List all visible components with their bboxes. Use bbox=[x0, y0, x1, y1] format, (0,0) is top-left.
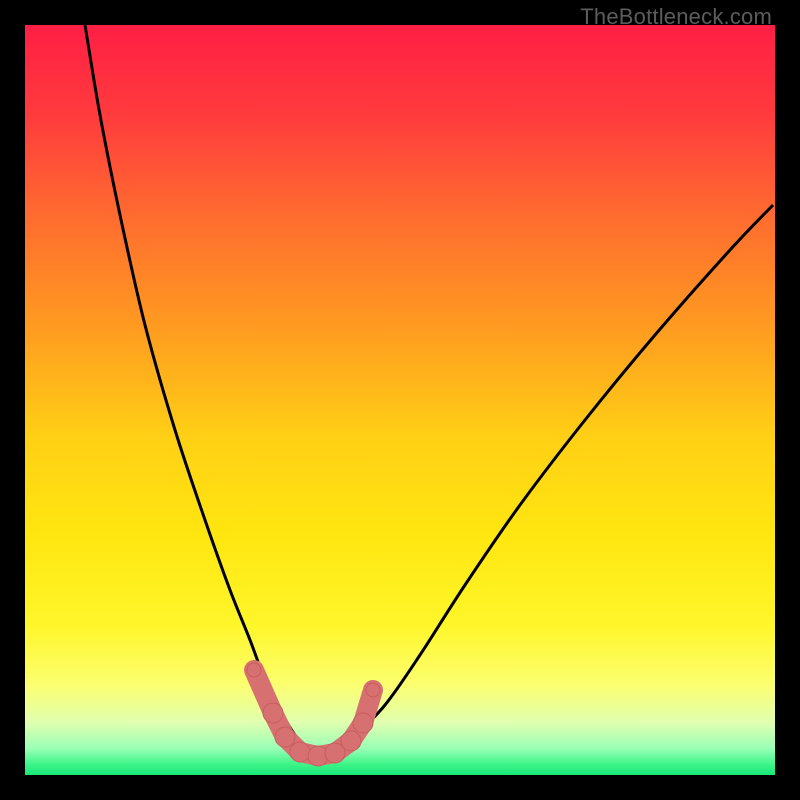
curve-line bbox=[85, 25, 773, 750]
marker-dot bbox=[275, 727, 295, 747]
marker-dot bbox=[366, 683, 380, 697]
marker-dot bbox=[247, 663, 261, 677]
marker-dot bbox=[263, 703, 283, 723]
marker-dot bbox=[290, 742, 310, 762]
bottleneck-curve bbox=[25, 25, 775, 775]
chart-frame: TheBottleneck.com bbox=[0, 0, 800, 800]
plot-area bbox=[25, 25, 775, 775]
watermark-text: TheBottleneck.com bbox=[580, 4, 772, 30]
marker-dot bbox=[341, 731, 361, 751]
marker-dot bbox=[353, 713, 373, 733]
